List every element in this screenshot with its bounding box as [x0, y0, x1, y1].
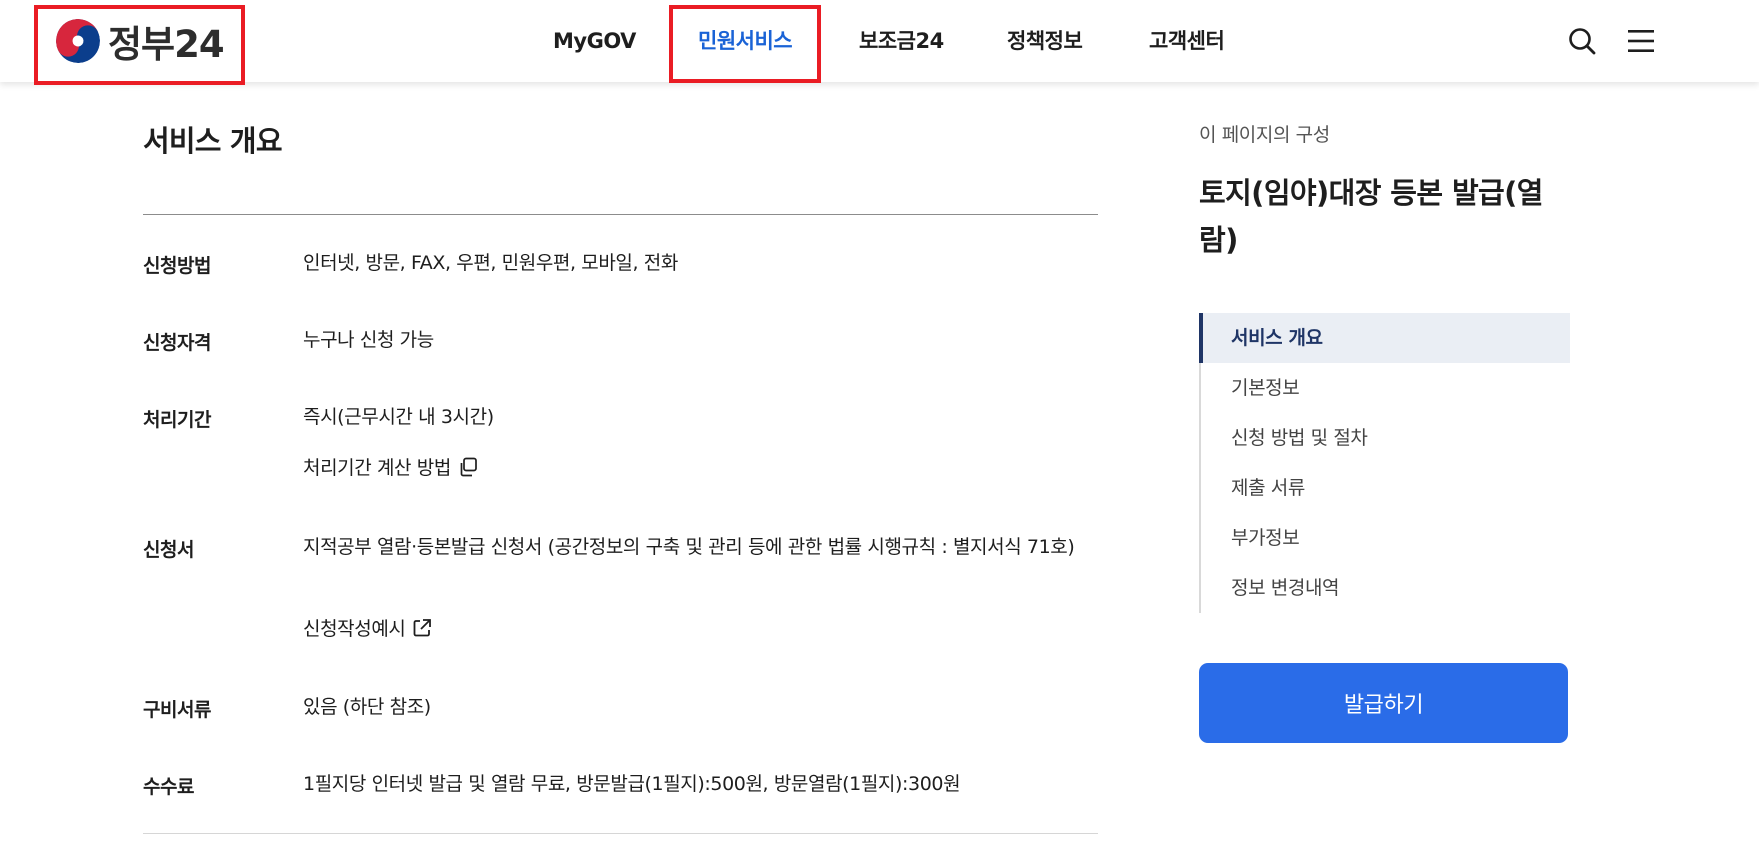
divider	[143, 833, 1098, 834]
row-label-method: 신청방법	[143, 255, 211, 277]
processing-period-calc-label: 처리기간 계산 방법	[303, 457, 451, 479]
nav-mygov[interactable]: MyGOV	[553, 20, 636, 62]
toc-item-service-overview[interactable]: 서비스 개요	[1199, 313, 1570, 363]
row-value-required-docs: 있음 (하단 참조)	[303, 696, 431, 718]
toc-item-application-procedure[interactable]: 신청 방법 및 절차	[1201, 413, 1570, 463]
toc-item-submit-documents[interactable]: 제출 서류	[1201, 463, 1570, 513]
toc-caption: 이 페이지의 구성	[1199, 124, 1330, 146]
menu-button[interactable]	[1622, 22, 1660, 60]
application-example-link[interactable]: 신청작성예시	[303, 614, 433, 641]
service-title: 토지(임야)대장 등본 발급(열람)	[1199, 176, 1543, 257]
row-label-fee: 수수료	[143, 776, 194, 798]
processing-period-calc-link[interactable]: 처리기간 계산 방법	[303, 453, 479, 480]
toc-item-basic-info[interactable]: 기본정보	[1201, 363, 1570, 413]
section-title: 서비스 개요	[143, 124, 283, 158]
application-example-label: 신청작성예시	[303, 618, 406, 640]
nav-civil-services[interactable]: 민원서비스	[698, 20, 793, 62]
external-link-icon	[414, 618, 432, 636]
nav-customer-center[interactable]: 고객센터	[1149, 20, 1225, 62]
toc-nav: 서비스 개요 기본정보 신청 방법 및 절차 제출 서류 부가정보 정보 변경내…	[1199, 313, 1570, 613]
copy-icon	[460, 457, 477, 476]
toc-item-change-history[interactable]: 정보 변경내역	[1201, 563, 1570, 613]
row-value-fee: 1필지당 인터넷 발급 및 열람 무료, 방문발급(1필지):500원, 방문열…	[303, 773, 961, 795]
menu-icon	[1628, 30, 1654, 52]
row-label-required-docs: 구비서류	[143, 699, 211, 721]
search-icon	[1569, 28, 1596, 55]
row-value-eligibility: 누구나 신청 가능	[303, 329, 434, 351]
nav-subsidy24[interactable]: 보조금24	[859, 20, 944, 62]
row-value-processing-period: 즉시(근무시간 내 3시간)	[303, 406, 494, 428]
site-header: 정부24 MyGOV 민원서비스 보조금24 정책정보 고객센터	[0, 0, 1759, 85]
row-value-method: 인터넷, 방문, FAX, 우편, 민원우편, 모바일, 전화	[303, 252, 678, 274]
row-label-processing-period: 처리기간	[143, 409, 211, 431]
logo[interactable]: 정부24	[56, 14, 225, 68]
issue-button[interactable]: 발급하기	[1199, 663, 1568, 743]
nav-policy-info[interactable]: 정책정보	[1007, 20, 1083, 62]
search-button[interactable]	[1563, 22, 1601, 60]
row-value-application-form: 지적공부 열람·등본발급 신청서 (공간정보의 구축 및 관리 등에 관한 법률…	[303, 536, 1075, 558]
logo-text: 정부24	[108, 23, 225, 66]
divider	[143, 214, 1098, 215]
row-label-application-form: 신청서	[143, 539, 194, 561]
toc-item-additional-info[interactable]: 부가정보	[1201, 513, 1570, 563]
taegeuk-logo-icon	[49, 12, 107, 70]
row-label-eligibility: 신청자격	[143, 332, 211, 354]
